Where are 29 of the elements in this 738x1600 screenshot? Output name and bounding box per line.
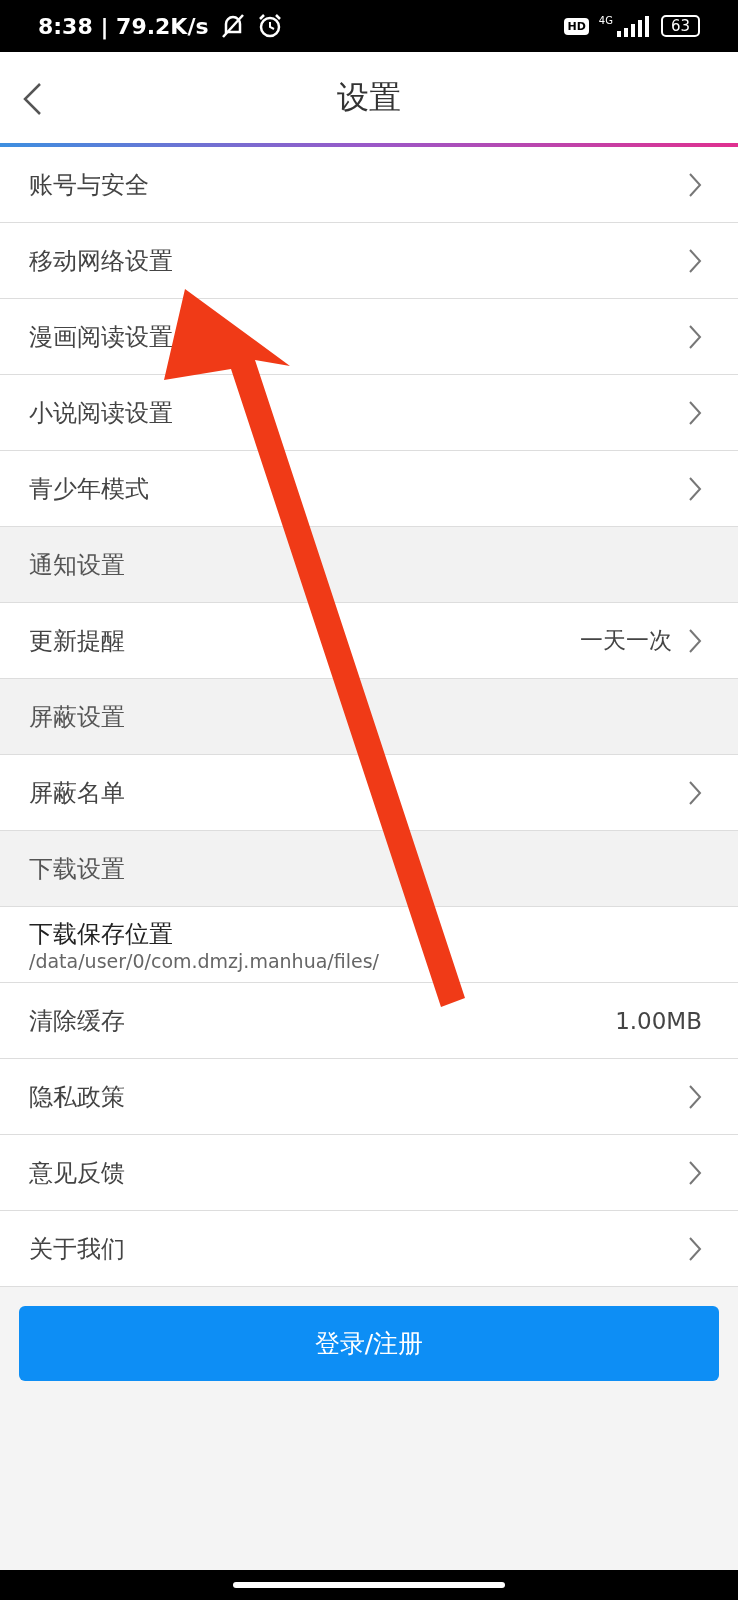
- chevron-right-icon: [688, 323, 702, 350]
- settings-item[interactable]: 屏蔽名单: [0, 755, 738, 831]
- chevron-right-icon: [688, 247, 702, 274]
- settings-item[interactable]: 青少年模式: [0, 451, 738, 527]
- settings-item[interactable]: 下载保存位置 /data/user/0/com.dmzj.manhua/files/: [0, 907, 738, 983]
- chevron-right-icon: [688, 779, 702, 806]
- chevron-right-icon: [688, 1235, 702, 1262]
- settings-item[interactable]: 移动网络设置: [0, 223, 738, 299]
- settings-item[interactable]: 意见反馈: [0, 1135, 738, 1211]
- battery-level: 63: [660, 15, 700, 37]
- signal-icon: [614, 15, 651, 37]
- status-time: 8:38 | 79.2K/s: [38, 13, 209, 39]
- chevron-right-icon: [688, 627, 702, 654]
- chevron-right-icon: [688, 1083, 702, 1110]
- settings-item[interactable]: 关于我们: [0, 1211, 738, 1287]
- chevron-right-icon: [688, 171, 702, 198]
- settings-item[interactable]: 小说阅读设置: [0, 375, 738, 451]
- chevron-right-icon: [688, 1159, 702, 1186]
- settings-item[interactable]: 清除缓存 1.00MB: [0, 983, 738, 1059]
- settings-item[interactable]: 漫画阅读设置: [0, 299, 738, 375]
- settings-item[interactable]: 隐私政策: [0, 1059, 738, 1135]
- settings-item[interactable]: 更新提醒 一天一次: [0, 603, 738, 679]
- chevron-right-icon: [688, 399, 702, 426]
- network-type: 4G: [598, 15, 613, 26]
- page-title: 设置: [337, 76, 401, 118]
- settings-item[interactable]: 账号与安全: [0, 147, 738, 223]
- chevron-right-icon: [688, 475, 702, 502]
- hd-badge: HD: [564, 17, 589, 35]
- back-icon[interactable]: [22, 82, 42, 116]
